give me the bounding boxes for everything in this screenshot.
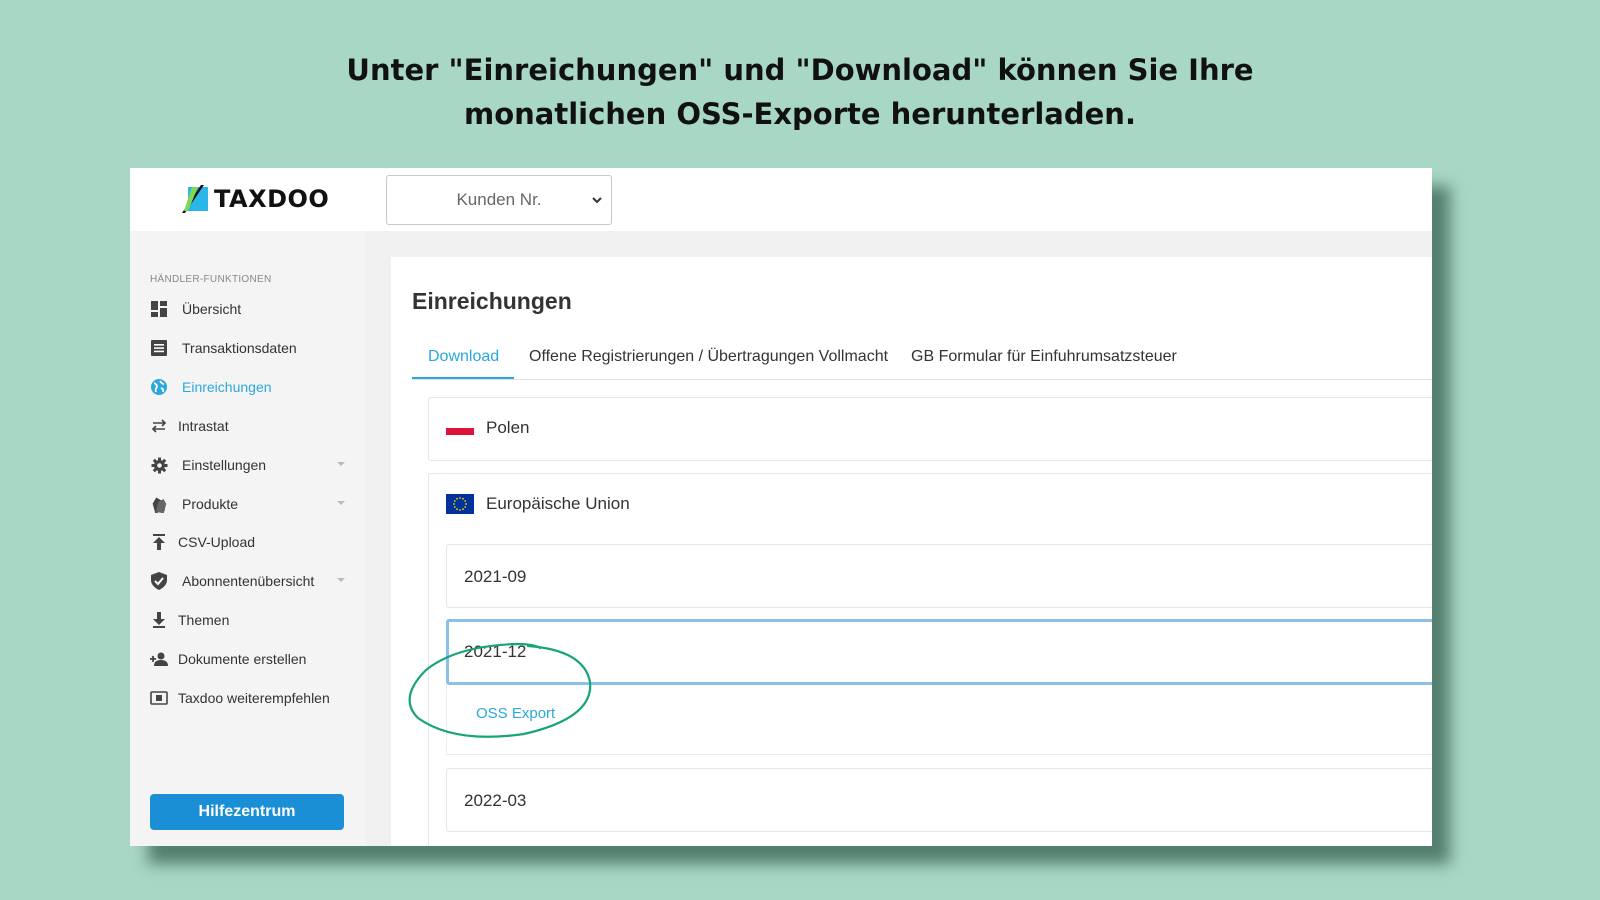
sidebar-section-label: HÄNDLER-FUNKTIONEN (150, 274, 272, 285)
tab-gb-form[interactable]: GB Formular für Einfuhrumsatzsteuer (911, 348, 1177, 366)
sidebar-item-uebersicht[interactable]: Übersicht (150, 298, 350, 320)
tab-bar: Download Offene Registrierungen / Übertr… (412, 336, 1432, 380)
period-row-2021-12[interactable]: 2021-12 (446, 619, 1432, 685)
customer-number-select[interactable]: Kunden Nr. (386, 175, 612, 225)
submissions-panel: Einreichungen Download Offene Registrier… (391, 257, 1432, 846)
money-icon (150, 689, 168, 707)
gear-icon (150, 456, 168, 474)
country-name: Polen (486, 418, 530, 437)
period-expanded-content: OSS Export (446, 685, 1432, 755)
caret-down-icon (337, 462, 345, 466)
instruction-headline: Unter "Einreichungen" und "Download" kön… (0, 48, 1600, 136)
sidebar-item-themen[interactable]: Themen (150, 609, 350, 631)
sidebar-item-label: Produkte (182, 496, 239, 512)
poland-flag-icon (446, 422, 474, 435)
taxdoo-logo-icon (182, 185, 208, 213)
period-label: 2021-09 (464, 567, 527, 586)
country-card-eu: Europäische Union 2021-09 2021-12 OSS Ex… (428, 473, 1432, 846)
country-header: Polen (446, 418, 529, 438)
sidebar-item-transaktionsdaten[interactable]: Transaktionsdaten (150, 337, 350, 359)
sidebar-item-taxdoo-weiterempfehlen[interactable]: Taxdoo weiterempfehlen (150, 687, 350, 709)
chevron-down-icon (592, 197, 602, 204)
taxdoo-logo[interactable]: TAXDOO (182, 182, 329, 216)
tags-icon (150, 495, 168, 513)
tab-download[interactable]: Download (428, 348, 499, 366)
logo-text: TAXDOO (214, 185, 330, 213)
app-window: TAXDOO Kunden Nr. HÄNDLER-FUNKTIONEN Übe… (130, 168, 1432, 846)
sidebar-item-label: Themen (178, 612, 230, 628)
shield-check-icon (150, 572, 168, 590)
sidebar-item-intrastat[interactable]: Intrastat (150, 415, 350, 437)
country-name: Europäische Union (486, 494, 630, 513)
sidebar: HÄNDLER-FUNKTIONEN Übersicht Transaktion… (130, 231, 365, 846)
period-label: 2022-03 (464, 791, 527, 810)
sidebar-item-abonnentenuebersicht[interactable]: Abonnentenübersicht (150, 570, 350, 592)
country-header[interactable]: Europäische Union (446, 494, 630, 514)
sidebar-item-label: Dokumente erstellen (178, 651, 307, 667)
user-add-icon (150, 650, 168, 668)
eu-flag-icon (446, 494, 474, 514)
upload-icon (150, 533, 168, 551)
swap-arrows-icon (150, 417, 168, 435)
sidebar-item-label: Taxdoo weiterempfehlen (178, 690, 330, 706)
period-label: 2021-12 (464, 642, 527, 661)
headline-line-1: Unter "Einreichungen" und "Download" kön… (346, 53, 1254, 87)
tab-open-registrations[interactable]: Offene Registrierungen / Übertragungen V… (529, 348, 888, 366)
headline-line-2: monatlichen OSS-Exporte herunterladen. (464, 97, 1136, 131)
sidebar-item-label: Transaktionsdaten (182, 340, 297, 356)
help-center-button[interactable]: Hilfezentrum (150, 794, 344, 830)
customer-select-value: Kunden Nr. (456, 190, 542, 209)
oss-export-link[interactable]: OSS Export (476, 705, 555, 722)
list-icon (150, 339, 168, 357)
sidebar-item-label: Einstellungen (182, 457, 267, 473)
caret-down-icon (337, 501, 345, 505)
sidebar-item-csv-upload[interactable]: CSV-Upload (150, 531, 350, 553)
sidebar-item-label: Abonnentenübersicht (182, 573, 315, 589)
sidebar-item-dokumente-erstellen[interactable]: Dokumente erstellen (150, 648, 350, 670)
dashboard-icon (150, 300, 168, 318)
sidebar-item-label: Intrastat (178, 418, 229, 434)
download-icon (150, 611, 168, 629)
country-card-poland[interactable]: Polen (428, 397, 1432, 461)
sidebar-item-einstellungen[interactable]: Einstellungen (150, 454, 350, 476)
globe-icon (150, 378, 168, 396)
top-bar: TAXDOO Kunden Nr. (130, 168, 1432, 231)
page-title: Einreichungen (412, 288, 572, 314)
period-row-2022-03[interactable]: 2022-03 (446, 768, 1432, 832)
caret-down-icon (337, 578, 345, 582)
sidebar-item-label: Übersicht (182, 301, 242, 317)
period-row-2021-09[interactable]: 2021-09 (446, 544, 1432, 608)
sidebar-item-produkte[interactable]: Produkte (150, 493, 350, 515)
sidebar-item-label: CSV-Upload (178, 534, 256, 550)
sidebar-item-label: Einreichungen (182, 379, 272, 395)
sidebar-item-einreichungen[interactable]: Einreichungen (150, 376, 350, 398)
active-tab-indicator (412, 377, 514, 379)
